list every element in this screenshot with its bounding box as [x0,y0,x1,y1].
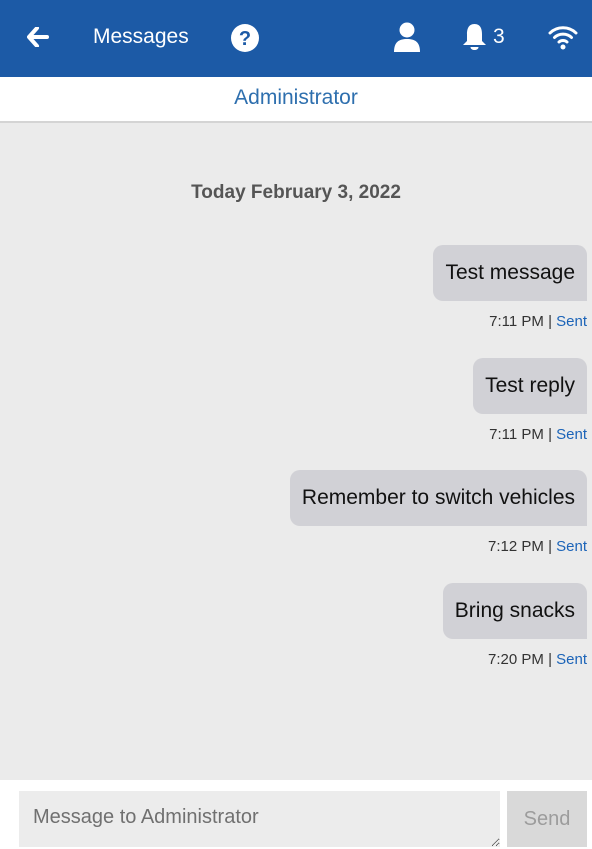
message-bubble: Remember to switch vehicles [289,470,587,526]
meta-separator: | [543,313,557,330]
send-button[interactable]: Send [507,791,587,847]
help-icon: ? [231,24,259,52]
help-button[interactable]: ? [230,23,260,53]
date-divider: Today February 3, 2022 [191,182,401,203]
user-icon [394,22,420,52]
message-bubble: Test reply [473,358,587,414]
message-status: Sent [556,426,587,443]
svg-text:?: ? [239,28,251,50]
message-status: Sent [556,313,587,330]
message-composer: Send [0,780,592,849]
message-status: Sent [556,538,587,555]
connection-status [548,22,578,52]
bell-icon [463,24,486,50]
message-time: 7:12 PM [488,538,544,555]
message-meta: 7:11 PM | Sent [489,313,587,330]
recipient-name: Administrator [234,86,358,109]
wifi-icon [548,26,578,50]
notifications-button[interactable] [462,22,487,52]
meta-separator: | [543,651,557,668]
message-time: 7:20 PM [488,651,544,668]
message-bubble: Test message [433,245,587,301]
user-profile-button[interactable] [393,22,421,52]
message-input[interactable] [19,791,500,847]
message-meta: 7:11 PM | Sent [489,426,587,443]
top-app-bar: Messages ? 3 [0,0,592,77]
back-arrow-icon [27,27,49,47]
meta-separator: | [543,426,557,443]
page-title: Messages [93,25,189,48]
conversation-header: Administrator [0,77,592,123]
meta-separator: | [543,538,557,555]
message-meta: 7:20 PM | Sent [488,651,587,668]
message-meta: 7:12 PM | Sent [488,538,587,555]
message-time: 7:11 PM [489,426,544,443]
notification-count: 3 [493,25,505,48]
message-bubble: Bring snacks [442,583,587,639]
back-button[interactable] [24,20,52,54]
message-status: Sent [556,651,587,668]
message-time: 7:11 PM [489,313,544,330]
